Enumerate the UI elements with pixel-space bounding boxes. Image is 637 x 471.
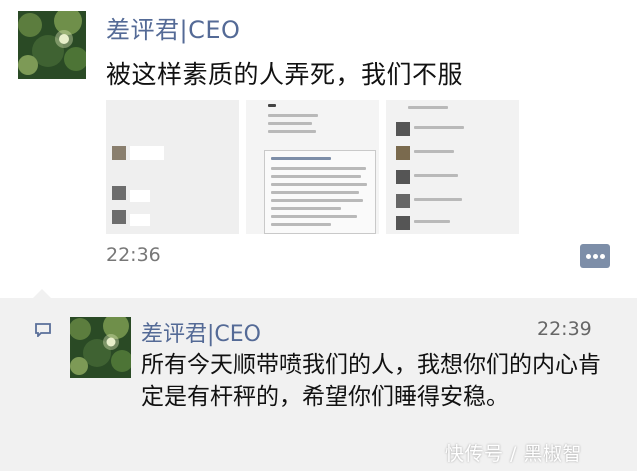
image-text-line bbox=[268, 130, 316, 133]
image-text-line bbox=[268, 104, 276, 107]
comment-avatar[interactable] bbox=[70, 317, 131, 378]
chat-avatar-icon bbox=[396, 216, 410, 230]
chat-bubble bbox=[130, 214, 150, 226]
ellipsis-icon[interactable] bbox=[580, 244, 610, 268]
image-text-line bbox=[268, 114, 318, 117]
quoted-text-block bbox=[264, 150, 376, 234]
image-text-line bbox=[414, 126, 464, 129]
image-text-line bbox=[268, 122, 312, 125]
image-text-line bbox=[414, 220, 450, 223]
comment-caret bbox=[33, 289, 51, 298]
post-image-2[interactable] bbox=[246, 100, 379, 234]
comment-time: 22:39 bbox=[537, 318, 592, 340]
avatar-image bbox=[18, 11, 86, 79]
chat-avatar-icon bbox=[396, 122, 410, 136]
post-time: 22:36 bbox=[106, 244, 161, 266]
avatar[interactable] bbox=[18, 11, 86, 79]
comment-text: 所有今天顺带喷我们的人，我想你们的内心肯定是有杆秤的，希望你们睡得安稳。 bbox=[141, 352, 601, 410]
image-text-line bbox=[414, 150, 454, 153]
chat-avatar-icon bbox=[112, 186, 126, 200]
comment-author-name[interactable]: 差评君|CEO bbox=[141, 316, 261, 348]
author-name[interactable]: 差评君|CEO bbox=[106, 10, 240, 45]
post-image-1[interactable] bbox=[106, 100, 239, 234]
watermark: 快传号 / 黑椒智 bbox=[445, 443, 582, 465]
moment-post: 差评君|CEO 被这样素质的人弄死，我们不服 22:36 bbox=[0, 0, 637, 290]
comment-icon bbox=[35, 323, 51, 337]
chat-avatar-icon bbox=[396, 194, 410, 208]
chat-avatar-icon bbox=[112, 146, 126, 160]
post-image-3[interactable] bbox=[386, 100, 519, 234]
chat-bubble bbox=[130, 146, 164, 160]
chat-avatar-icon bbox=[396, 146, 410, 160]
avatar-image bbox=[70, 317, 131, 378]
image-text-line bbox=[408, 106, 448, 109]
image-text-line bbox=[414, 198, 462, 201]
image-text-line bbox=[414, 174, 458, 177]
chat-bubble bbox=[130, 190, 150, 202]
chat-avatar-icon bbox=[396, 170, 410, 184]
chat-avatar-icon bbox=[112, 210, 126, 224]
post-text: 被这样素质的人弄死，我们不服 bbox=[106, 60, 464, 89]
